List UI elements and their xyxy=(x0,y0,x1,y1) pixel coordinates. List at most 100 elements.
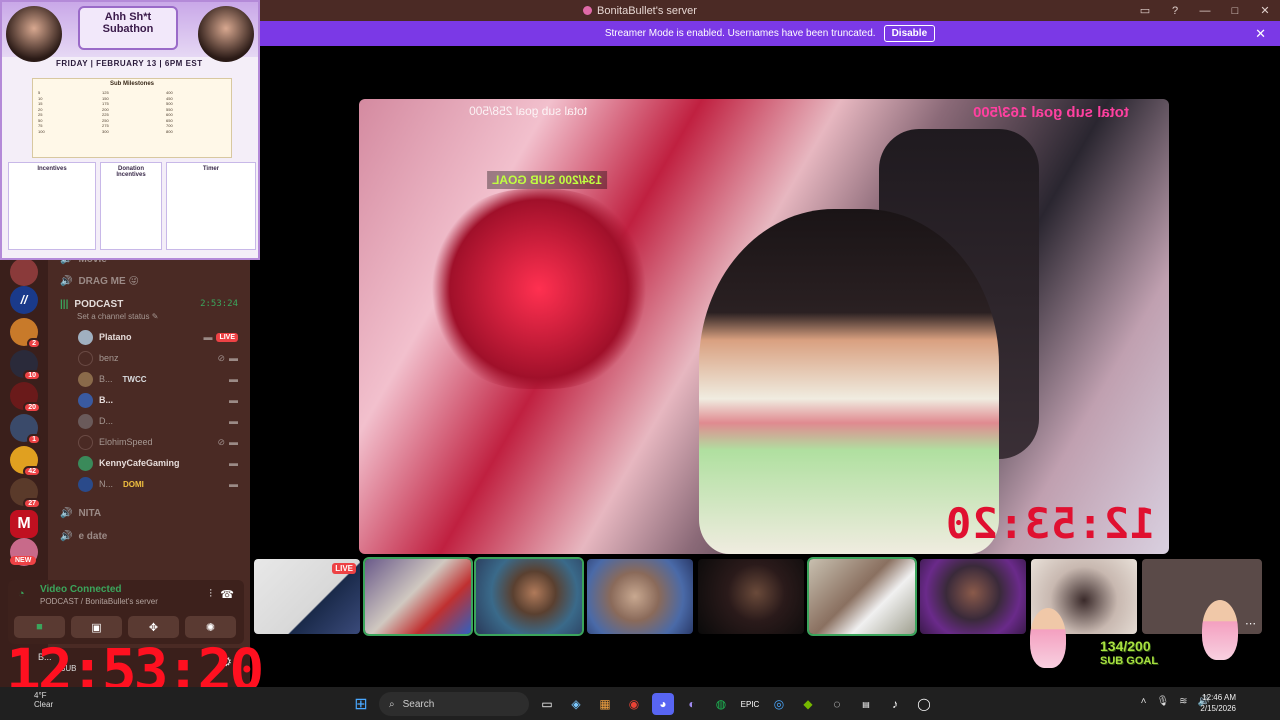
copilot-icon[interactable]: ◈ xyxy=(565,693,587,715)
disable-button[interactable]: Disable xyxy=(883,25,936,42)
server-icon[interactable]: 27 xyxy=(10,478,41,509)
server-icon[interactable]: 20 xyxy=(10,382,41,413)
user-name: benz xyxy=(99,353,119,363)
video-icon: ▬ xyxy=(229,374,238,384)
connection-icon: ◔ xyxy=(18,588,25,600)
avatar xyxy=(78,434,93,450)
server-icon[interactable]: 2 xyxy=(10,318,41,349)
channel-podcast[interactable]: ||| PODCAST xyxy=(60,299,123,310)
screen-share-button[interactable]: ▣ xyxy=(71,616,122,638)
server-icon[interactable]: M xyxy=(10,510,38,538)
chevron-up-icon[interactable]: ˄ xyxy=(1141,696,1147,707)
participant-tile[interactable] xyxy=(474,557,584,636)
participant-tile[interactable] xyxy=(698,559,804,634)
app-icon[interactable]: ◎ xyxy=(768,693,790,715)
voice-user[interactable]: B... ▬ xyxy=(78,391,238,409)
voice-active-icon: ||| xyxy=(60,299,69,310)
participant-tile[interactable]: LIVE xyxy=(254,559,360,634)
weather-widget[interactable]: 4°F Clear xyxy=(34,691,53,709)
server-icon[interactable] xyxy=(10,258,38,286)
search-box[interactable]: ⌕ Search xyxy=(379,692,529,716)
avatar xyxy=(78,413,93,429)
taskbar-clock[interactable]: 12:46 AM 2/15/2026 xyxy=(1200,692,1236,714)
close-banner-icon[interactable]: ✕ xyxy=(1255,26,1266,42)
video-icon: ▬ xyxy=(229,437,238,447)
live-badge: LIVE xyxy=(332,563,356,574)
wifi-icon[interactable]: ≋ xyxy=(1179,696,1187,707)
close-icon[interactable]: ✕ xyxy=(1250,4,1280,17)
voice-user[interactable]: ElohimSpeed ⊘ ▬ xyxy=(78,433,238,451)
game-icon[interactable]: ◐ xyxy=(681,693,703,715)
voice-user[interactable]: benz ⊘ ▬ xyxy=(78,349,238,367)
participant-tile[interactable] xyxy=(363,557,473,636)
user-name: ElohimSpeed xyxy=(99,437,153,447)
voice-user[interactable]: B... TWCC ▬ xyxy=(78,370,238,388)
participant-tile[interactable] xyxy=(920,559,1026,634)
store-icon[interactable]: ▦ xyxy=(594,693,616,715)
camera-button[interactable]: ■ xyxy=(14,616,65,638)
mic-icon[interactable]: 🎙 xyxy=(1156,696,1169,707)
noise-suppression-icon[interactable]: ⫶ xyxy=(209,588,212,601)
window-title: BonitaBullet's server xyxy=(597,4,697,17)
avatar xyxy=(78,392,93,408)
minimize-icon[interactable]: — xyxy=(1190,5,1220,17)
help-icon[interactable]: ? xyxy=(1160,5,1190,17)
task-view-icon[interactable]: ▭ xyxy=(536,693,558,715)
activities-button[interactable]: ✥ xyxy=(128,616,179,638)
app-icon[interactable]: ◌ xyxy=(826,693,848,715)
video-icon: ▬ xyxy=(229,458,238,468)
channel-e-date[interactable]: 🔊 e date xyxy=(60,531,107,542)
chibi-right xyxy=(1202,600,1238,660)
voice-user[interactable]: KennyCafeGaming ▬ xyxy=(78,454,238,472)
mic-muted-icon: ⊘ xyxy=(217,352,225,363)
chrome-icon[interactable]: ◉ xyxy=(623,693,645,715)
total-sub-goal-overlay: total sub goal 258/500 xyxy=(469,104,588,118)
windows-start-icon[interactable]: ⊞ xyxy=(350,693,372,715)
maximize-icon[interactable]: □ xyxy=(1220,5,1250,17)
voice-user[interactable]: D... ▬ xyxy=(78,412,238,430)
voice-user[interactable]: Platano ▬ LIVE xyxy=(78,328,238,346)
server-icon[interactable]: 1 xyxy=(10,414,41,445)
heart-decoration xyxy=(429,189,649,389)
main-video-feed[interactable]: total sub goal 258/500 total sub goal 16… xyxy=(359,99,1169,554)
inbox-icon[interactable]: ▭ xyxy=(1130,4,1160,17)
poster-title: Ahh Sh*t Subathon xyxy=(78,6,178,50)
donation-box: Donation Incentives xyxy=(100,162,162,250)
obs-icon[interactable]: ◯ xyxy=(913,693,935,715)
discord-icon[interactable]: ◕ xyxy=(652,693,674,715)
participant-tile[interactable] xyxy=(587,559,693,634)
video-icon: ▬ xyxy=(229,395,238,405)
avatar xyxy=(78,455,93,471)
milestone-item: 100 xyxy=(38,128,45,134)
server-icon[interactable]: // xyxy=(10,286,38,314)
stream-goal-overlay: 134/200 SUB GOAL xyxy=(487,171,608,189)
channel-drag-me[interactable]: 🔊 DRAG ME 😜 xyxy=(60,276,139,287)
participant-tile[interactable] xyxy=(807,557,917,636)
epic-games-icon[interactable]: EPIC xyxy=(739,693,761,715)
user-name: N... xyxy=(99,479,114,489)
clan-tag: TWCC xyxy=(122,374,147,384)
tiktok-icon[interactable]: ♪ xyxy=(884,693,906,715)
user-name: Platano xyxy=(99,332,132,342)
spotify-icon[interactable]: ◍ xyxy=(710,693,732,715)
nvidia-icon[interactable]: ◆ xyxy=(797,693,819,715)
sub-goal-sticker: 134/200 SUB GOAL xyxy=(1030,600,1280,680)
disconnect-icon[interactable]: ☎ xyxy=(220,588,234,601)
milestone-item: 300 xyxy=(102,128,109,134)
taskbar: 4°F Clear ⊞ ⌕ Search ▭ ◈ ▦ ◉ ◕ ◐ ◍ EPIC ◎… xyxy=(0,687,1280,720)
soundboard-button[interactable]: ✺ xyxy=(185,616,236,638)
voice-status: Video Connected xyxy=(40,584,122,595)
chibi-left xyxy=(1030,608,1066,668)
server-icon[interactable]: 42 xyxy=(10,446,41,477)
channel-status[interactable]: Set a channel status ✎ xyxy=(77,312,158,321)
app-icon[interactable]: ▤ xyxy=(855,693,877,715)
server-icon xyxy=(583,6,593,15)
timer-box: Timer xyxy=(166,162,256,250)
incentives-box: Incentives xyxy=(8,162,96,250)
voice-panel: ◔ Video Connected PODCAST / BonitaBullet… xyxy=(8,580,244,644)
voice-user[interactable]: N... DOMI ▬ xyxy=(78,475,238,493)
channel-nita[interactable]: 🔊 NITA xyxy=(60,508,101,519)
voice-location[interactable]: PODCAST / BonitaBullet's server xyxy=(40,597,158,606)
server-icon[interactable]: 10 xyxy=(10,350,41,381)
new-badge: NEW xyxy=(10,556,37,565)
